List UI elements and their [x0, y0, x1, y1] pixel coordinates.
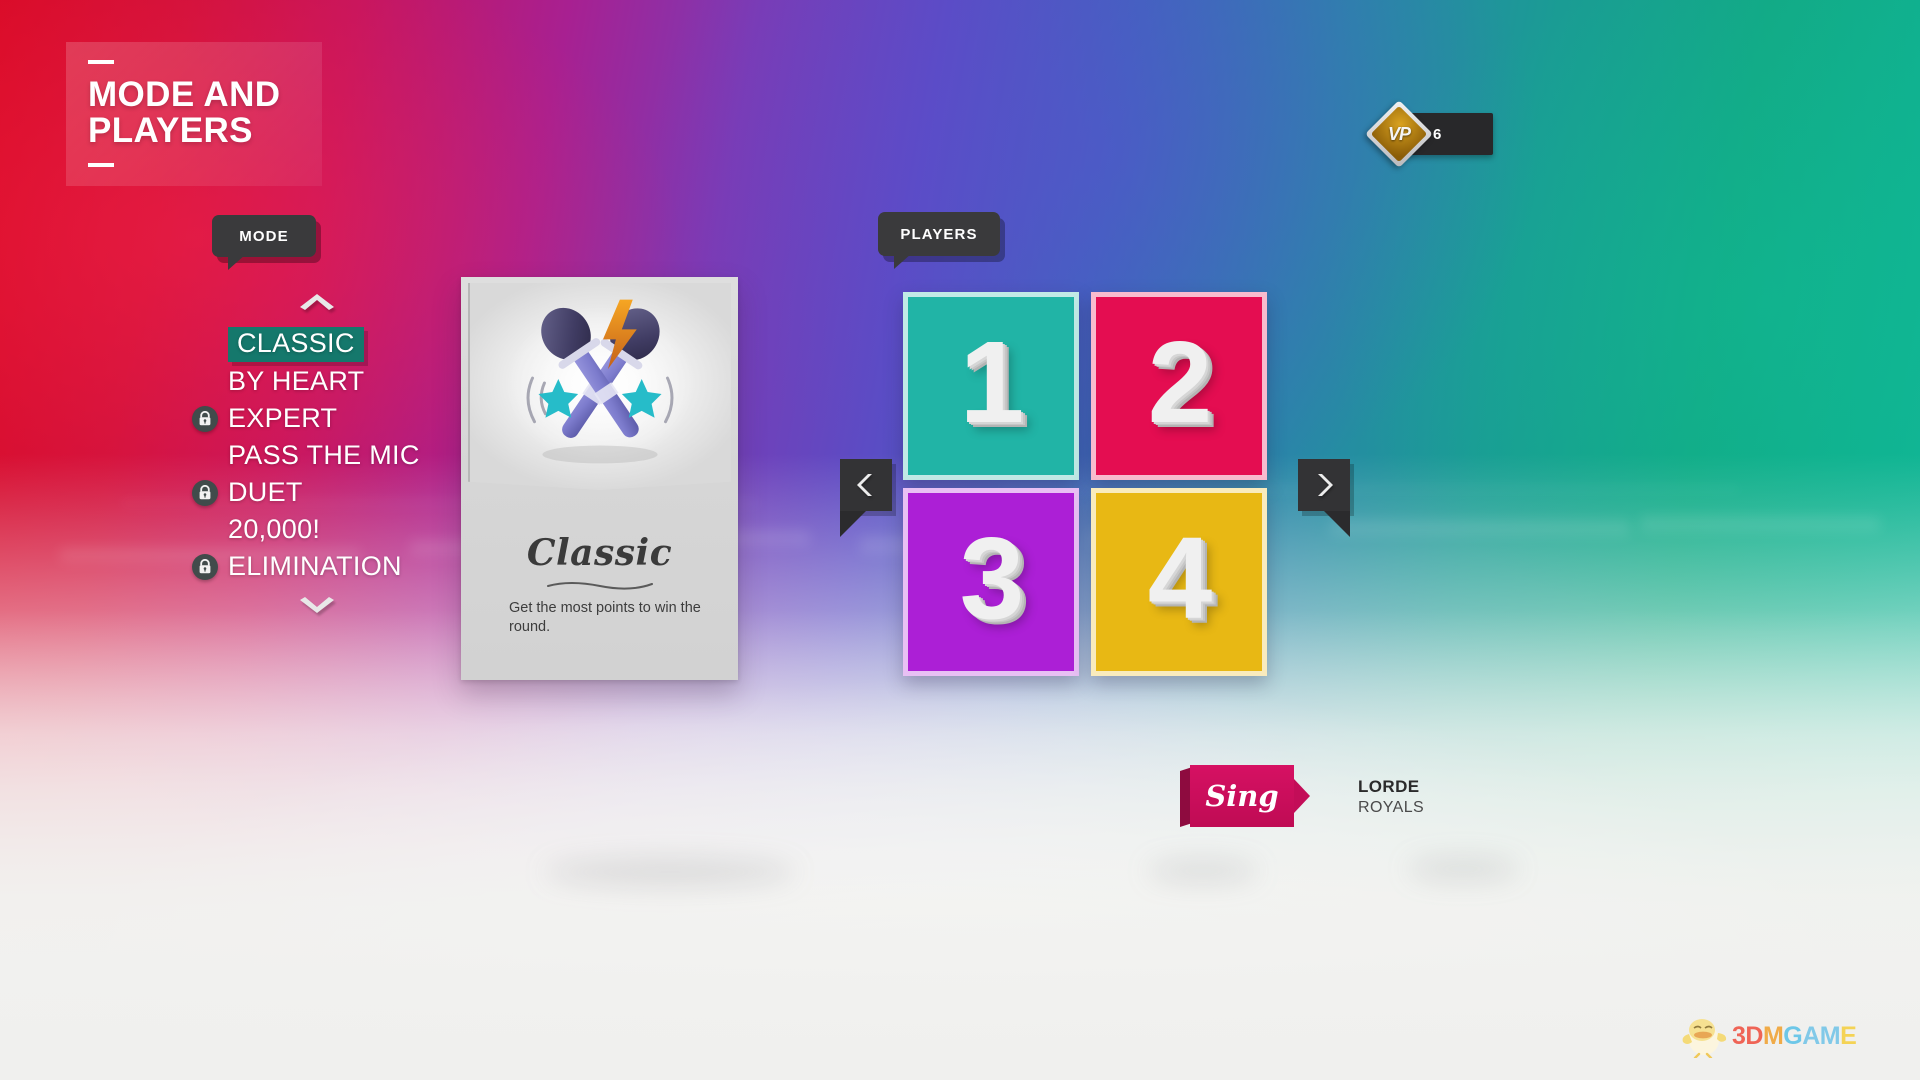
lock-icon — [192, 405, 218, 432]
mode-list-item-label: BY HEART — [228, 366, 365, 396]
players-prev-button[interactable] — [840, 459, 892, 537]
mode-list-item[interactable]: EXPERT — [186, 400, 456, 437]
chevron-left-icon — [857, 474, 872, 496]
mode-list-item-label: ELIMINATION — [228, 551, 402, 581]
page-title-line-2: PLAYERS — [88, 111, 253, 151]
mode-list-item[interactable]: DUET — [186, 474, 456, 511]
mode-scroll-up-button[interactable] — [296, 290, 338, 312]
chick-mascot-icon — [1682, 1019, 1727, 1058]
sing-button-arrow — [1294, 779, 1310, 813]
mode-list-item[interactable]: CLASSIC — [186, 326, 456, 363]
mode-list-item-label: 20,000! — [228, 514, 321, 544]
player-count-tile[interactable]: 4 — [1091, 488, 1267, 676]
sing-button[interactable]: Sing — [1180, 765, 1310, 827]
track-title: ROYALS — [1358, 799, 1425, 816]
player-count-tile-number: 2 — [1147, 317, 1213, 447]
title-rule-top — [88, 60, 114, 64]
mode-list-item-label: CLASSIC — [228, 327, 364, 362]
mode-list-item-label: DUET — [228, 477, 303, 507]
player-count-tile-number: 3 — [959, 513, 1025, 643]
mode-card-artwork — [468, 283, 731, 490]
track-artist: LORDE — [1358, 777, 1420, 796]
mode-detail-card[interactable]: Classic Get the most points to win the r… — [461, 277, 738, 680]
mode-section-label: MODE — [212, 215, 316, 270]
mode-card-description: Get the most points to win the round. — [509, 600, 701, 635]
site-watermark: 3DMGAME — [1677, 1014, 1857, 1058]
tiles-floor-shadow-left — [1148, 860, 1258, 882]
crossed-microphones-icon — [505, 299, 695, 465]
mode-list-panel: CLASSIC BY HEART EXPERT PASS THE MIC DUET 20,… — [186, 290, 456, 617]
tiles-floor-shadow-right — [1408, 858, 1518, 880]
mode-list-item[interactable]: BY HEART — [186, 363, 456, 400]
player-count-tile-number: 1 — [959, 317, 1025, 447]
mode-list-item[interactable]: PASS THE MIC — [186, 437, 456, 474]
vp-amount: 6 — [1433, 126, 1442, 143]
mode-list-item[interactable]: ELIMINATION — [186, 548, 456, 585]
mode-list-item-label: PASS THE MIC — [228, 440, 420, 470]
mode-card-title: Classic — [526, 532, 673, 574]
mode-list: CLASSIC BY HEART EXPERT PASS THE MIC DUET 20,… — [186, 326, 456, 585]
sing-button-label: Sing — [1205, 779, 1279, 813]
vp-currency-badge: 6 VP — [1365, 100, 1495, 168]
title-rule-bottom — [88, 163, 114, 168]
lock-icon — [192, 553, 218, 580]
page-title-panel: MODE AND PLAYERS — [66, 42, 322, 186]
mode-list-item-label: EXPERT — [228, 403, 338, 433]
player-count-tile-number: 4 — [1147, 513, 1213, 643]
player-count-tile[interactable]: 1 — [903, 292, 1079, 480]
current-track-info: LORDE ROYALS — [1358, 777, 1424, 817]
mode-scroll-down-button[interactable] — [296, 595, 338, 617]
player-count-tile[interactable]: 3 — [903, 488, 1079, 676]
player-count-tile[interactable]: 2 — [1091, 292, 1267, 480]
card-floor-shadow — [545, 858, 795, 886]
page-title-line-1: MODE AND — [88, 75, 281, 114]
players-next-button[interactable] — [1298, 459, 1350, 537]
lock-icon — [192, 479, 218, 506]
game-screen: MODE AND PLAYERS 6 VP MODE CLASSIC BY HEA… — [0, 0, 1920, 1080]
players-section-label: PLAYERS — [878, 212, 1000, 269]
player-count-grid: 1234 — [903, 292, 1277, 682]
mode-list-item[interactable]: 20,000! — [186, 511, 456, 548]
chevron-right-icon — [1318, 474, 1333, 496]
card-divider-swirl — [546, 582, 653, 590]
watermark-text: 3DMGAME — [1732, 1021, 1857, 1050]
vp-label: VP — [1387, 123, 1411, 144]
